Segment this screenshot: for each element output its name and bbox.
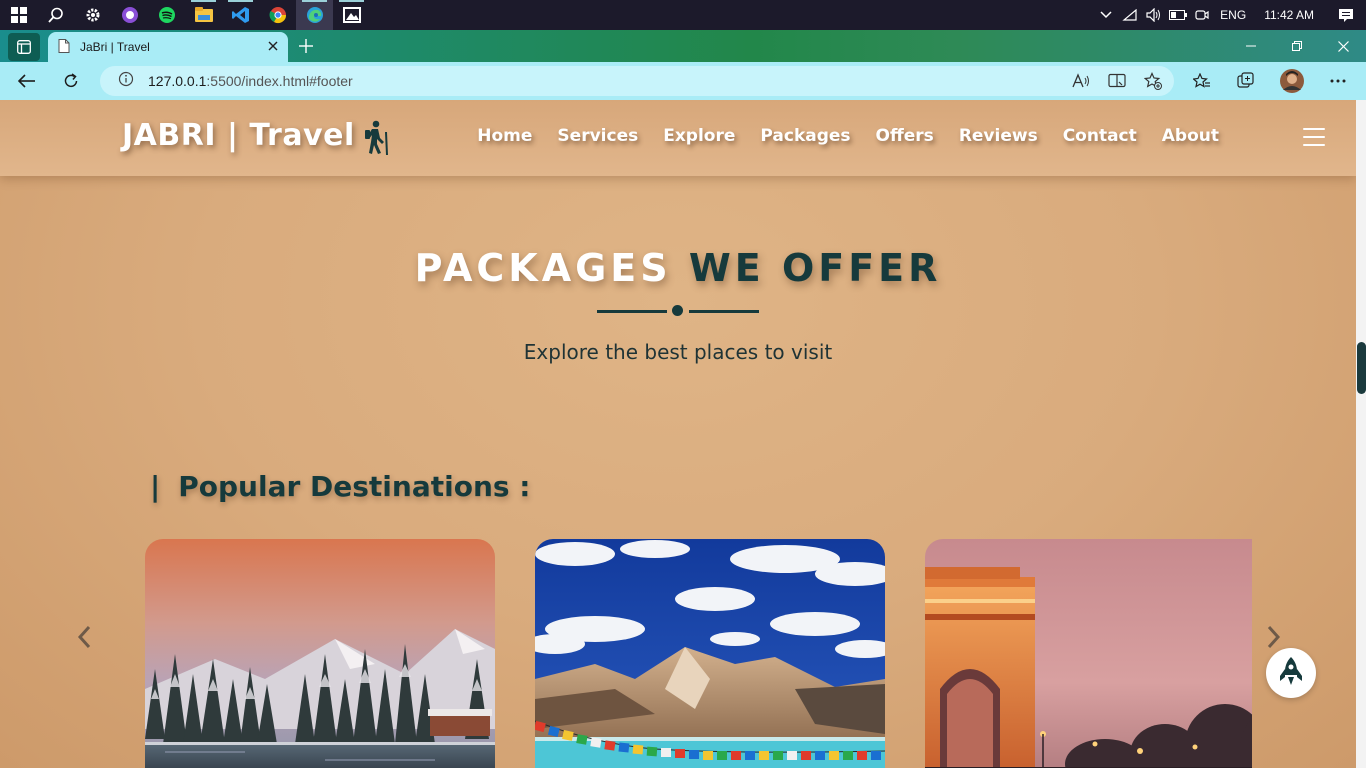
destination-card-mountain-lake[interactable] xyxy=(535,539,885,768)
url-path: :5500/index.html#footer xyxy=(206,73,353,89)
popular-destinations-text: Popular Destinations : xyxy=(178,470,531,503)
more-options-icon[interactable] xyxy=(1323,66,1353,96)
heading-bar: | xyxy=(150,470,161,503)
language-indicator[interactable]: ENG xyxy=(1214,8,1252,22)
browser-toolbar: 127.0.0.1:5500/index.html#footer xyxy=(0,62,1366,100)
site-header: JABRI | Travel Home Services Explore Pac… xyxy=(0,100,1356,176)
minimize-icon[interactable] xyxy=(1228,30,1274,62)
page-viewport: JABRI | Travel Home Services Explore Pac… xyxy=(0,100,1356,768)
collections-icon[interactable] xyxy=(1231,66,1261,96)
page-scrollbar[interactable] xyxy=(1356,100,1366,768)
nav-services[interactable]: Services xyxy=(557,126,638,146)
chrome-icon[interactable] xyxy=(259,0,296,30)
github-icon[interactable] xyxy=(111,0,148,30)
nav-contact[interactable]: Contact xyxy=(1063,126,1137,146)
main-nav: Home Services Explore Packages Offers Re… xyxy=(477,126,1219,146)
section-title: PACKAGES WE OFFER xyxy=(0,246,1356,290)
url-host: 127.0.0.1 xyxy=(148,73,207,89)
nav-packages[interactable]: Packages xyxy=(760,126,850,146)
rocket-icon xyxy=(1278,656,1304,690)
profile-avatar[interactable] xyxy=(1277,66,1307,96)
browser-tab-strip: JaBri | Travel xyxy=(0,30,1366,62)
windows-start-icon[interactable] xyxy=(0,0,37,30)
site-info-icon[interactable] xyxy=(118,71,134,91)
settings-icon[interactable] xyxy=(74,0,111,30)
search-icon[interactable] xyxy=(37,0,74,30)
hiker-icon xyxy=(360,120,390,156)
chevron-up-icon[interactable] xyxy=(1094,0,1118,30)
section-title-part1: PACKAGES xyxy=(414,246,672,290)
browser-tab[interactable]: JaBri | Travel xyxy=(48,32,288,62)
volume-icon[interactable] xyxy=(1142,0,1166,30)
immersive-reader-icon[interactable] xyxy=(1106,70,1128,92)
edge-icon[interactable] xyxy=(296,0,333,30)
carousel-prev-icon[interactable] xyxy=(74,622,94,652)
tab-actions-icon[interactable] xyxy=(8,33,40,61)
refresh-icon[interactable] xyxy=(56,66,86,96)
url-text[interactable]: 127.0.0.1:5500/index.html#footer xyxy=(148,73,353,89)
file-explorer-icon[interactable] xyxy=(185,0,222,30)
battery-icon[interactable] xyxy=(1166,0,1190,30)
wifi-icon[interactable] xyxy=(1118,0,1142,30)
tab-title: JaBri | Travel xyxy=(80,40,150,54)
destination-card-snowy-forest[interactable] xyxy=(145,539,495,768)
hamburger-menu-icon[interactable] xyxy=(1303,128,1325,146)
nav-offers[interactable]: Offers xyxy=(876,126,934,146)
new-tab-icon[interactable] xyxy=(292,32,320,60)
scrollbar-thumb[interactable] xyxy=(1357,342,1366,394)
destinations-carousel xyxy=(130,530,1252,768)
title-divider xyxy=(597,305,759,317)
spotify-icon[interactable] xyxy=(148,0,185,30)
page-file-icon xyxy=(58,38,70,57)
clock[interactable]: 11:42 AM xyxy=(1252,8,1326,22)
notifications-icon[interactable] xyxy=(1326,0,1366,30)
popular-destinations-heading: | Popular Destinations : xyxy=(150,470,531,503)
photos-icon[interactable] xyxy=(333,0,370,30)
vscode-icon[interactable] xyxy=(222,0,259,30)
add-favorite-icon[interactable] xyxy=(1142,70,1164,92)
nav-reviews[interactable]: Reviews xyxy=(959,126,1038,146)
india-gate-image xyxy=(925,539,1252,768)
back-icon[interactable] xyxy=(12,66,42,96)
meet-now-icon[interactable] xyxy=(1190,0,1214,30)
carousel-next-icon[interactable] xyxy=(1264,622,1284,652)
nav-home[interactable]: Home xyxy=(477,126,532,146)
scroll-top-rocket-button[interactable] xyxy=(1266,648,1316,698)
read-aloud-icon[interactable] xyxy=(1070,70,1092,92)
address-bar[interactable]: 127.0.0.1:5500/index.html#footer xyxy=(100,66,1174,96)
system-tray: ENG 11:42 AM xyxy=(1094,0,1366,30)
section-title-part2: WE OFFER xyxy=(688,246,942,290)
nav-about[interactable]: About xyxy=(1162,126,1219,146)
snowy-forest-image xyxy=(145,539,495,768)
windows-taskbar: ENG 11:42 AM xyxy=(0,0,1366,30)
site-logo[interactable]: JABRI | Travel xyxy=(122,118,355,153)
section-subtitle: Explore the best places to visit xyxy=(523,340,833,364)
favorites-icon[interactable] xyxy=(1187,66,1217,96)
nav-explore[interactable]: Explore xyxy=(663,126,735,146)
close-window-icon[interactable] xyxy=(1320,30,1366,62)
mountain-lake-image xyxy=(535,539,885,768)
restore-icon[interactable] xyxy=(1274,30,1320,62)
close-tab-icon[interactable] xyxy=(268,39,278,55)
destination-card-india-gate[interactable] xyxy=(925,539,1252,768)
